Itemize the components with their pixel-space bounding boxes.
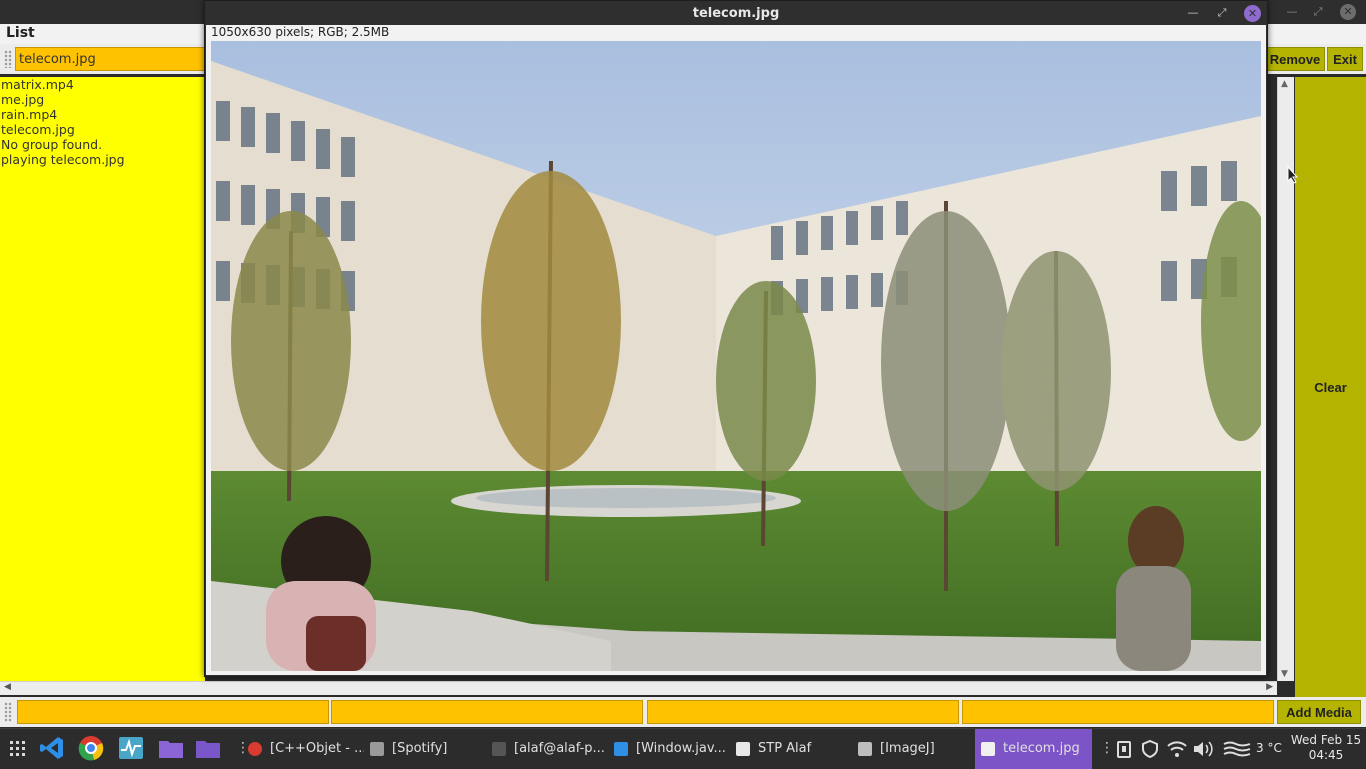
viewer-title: telecom.jpg <box>692 6 780 21</box>
folder-icon[interactable] <box>194 734 222 762</box>
status-field-1[interactable] <box>17 700 329 724</box>
minimize-icon[interactable]: — <box>1284 4 1300 20</box>
toolbar-grip-icon[interactable] <box>4 50 12 68</box>
clock-time: 04:45 <box>1308 748 1344 762</box>
maximize-icon[interactable]: ⤢ <box>1310 4 1326 20</box>
maximize-icon[interactable]: ⤢ <box>1214 5 1230 21</box>
clock[interactable]: Wed Feb 15 04:45 <box>1288 733 1364 763</box>
add-media-button[interactable]: Add Media <box>1277 700 1361 724</box>
mouse-cursor-icon <box>1287 166 1299 184</box>
task-telecom[interactable]: telecom.jpg <box>975 729 1092 769</box>
campus-photo <box>211 41 1261 671</box>
remove-button[interactable]: Remove <box>1265 47 1325 71</box>
task-label: [C++Objet - ... <box>270 741 364 756</box>
task-label: [ImageJ] <box>880 741 935 756</box>
statusbar-grip-icon[interactable] <box>4 702 12 722</box>
task-vscode[interactable]: [Window.jav... <box>614 729 728 769</box>
task-label: [Window.jav... <box>636 741 726 756</box>
task-label: [Spotify] <box>392 741 448 756</box>
task-terminal[interactable]: [alaf@alaf-p... <box>492 729 608 769</box>
app-grid-icon[interactable] <box>4 734 32 762</box>
chrome-icon[interactable] <box>77 734 105 762</box>
system-monitor-icon[interactable] <box>117 734 145 762</box>
vscode-icon <box>614 741 628 756</box>
scroll-left-icon[interactable]: ◀ <box>4 682 11 692</box>
media-list[interactable]: matrix.mp4 me.jpg rain.mp4 telecom.jpg N… <box>0 77 205 681</box>
java-icon <box>736 741 750 756</box>
task-spotify[interactable]: [Spotify] <box>370 729 480 769</box>
status-field-4[interactable] <box>962 700 1274 724</box>
java-icon <box>858 741 872 756</box>
folder-icon[interactable] <box>157 734 185 762</box>
task-label: STP Alaf <box>758 741 812 756</box>
taskbar: ⋮ [C++Objet - ... [Spotify] [alaf@alaf-p… <box>0 728 1366 769</box>
photo-canvas[interactable] <box>211 41 1261 671</box>
list-item[interactable]: No group found. <box>0 137 205 152</box>
volume-icon[interactable] <box>1192 739 1214 759</box>
task-imagej[interactable]: [ImageJ] <box>858 729 968 769</box>
close-icon[interactable]: ✕ <box>1244 5 1261 22</box>
exit-button[interactable]: Exit <box>1327 47 1363 71</box>
task-stp-alaf[interactable]: STP Alaf <box>736 729 846 769</box>
file-name-field[interactable] <box>15 47 215 71</box>
weather-fog-icon[interactable] <box>1222 739 1254 759</box>
list-item[interactable]: matrix.mp4 <box>0 77 205 92</box>
list-item[interactable]: me.jpg <box>0 92 205 107</box>
status-field-3[interactable] <box>647 700 959 724</box>
chrome-icon <box>248 741 262 756</box>
window-icon <box>370 741 384 756</box>
task-chrome[interactable]: [C++Objet - ... <box>248 729 364 769</box>
shield-icon[interactable] <box>1140 739 1160 759</box>
image-viewer-window: telecom.jpg — ⤢ ✕ 1050x630 pixels; RGB; … <box>204 0 1268 677</box>
temperature: 3 °C <box>1256 741 1282 755</box>
minimize-icon[interactable]: — <box>1185 5 1201 21</box>
task-label: telecom.jpg <box>1003 741 1080 756</box>
wifi-icon[interactable] <box>1166 739 1188 759</box>
vscode-icon[interactable] <box>38 734 66 762</box>
clear-button[interactable]: Clear <box>1295 367 1366 407</box>
list-item[interactable]: playing telecom.jpg <box>0 152 205 167</box>
viewer-body: 1050x630 pixels; RGB; 2.5MB <box>206 25 1266 675</box>
scroll-up-icon[interactable]: ▲ <box>1281 79 1288 89</box>
horizontal-scrollbar[interactable]: ◀ ▶ <box>0 681 1277 695</box>
scroll-down-icon[interactable]: ▼ <box>1281 669 1288 679</box>
menu-list[interactable]: List <box>6 25 35 41</box>
terminal-icon <box>492 741 506 756</box>
status-field-2[interactable] <box>331 700 643 724</box>
java-icon <box>981 741 995 756</box>
list-item[interactable]: telecom.jpg <box>0 122 205 137</box>
right-button-panel: Clear <box>1295 77 1366 697</box>
clipboard-icon[interactable] <box>1114 739 1134 759</box>
scroll-right-icon[interactable]: ▶ <box>1266 682 1273 692</box>
task-label: [alaf@alaf-p... <box>514 741 605 756</box>
tray-separator-icon: ⋮ <box>1100 740 1114 756</box>
clock-date: Wed Feb 15 <box>1290 733 1362 747</box>
list-item[interactable]: rain.mp4 <box>0 107 205 122</box>
close-icon[interactable]: ✕ <box>1340 4 1356 20</box>
image-info: 1050x630 pixels; RGB; 2.5MB <box>211 25 390 39</box>
